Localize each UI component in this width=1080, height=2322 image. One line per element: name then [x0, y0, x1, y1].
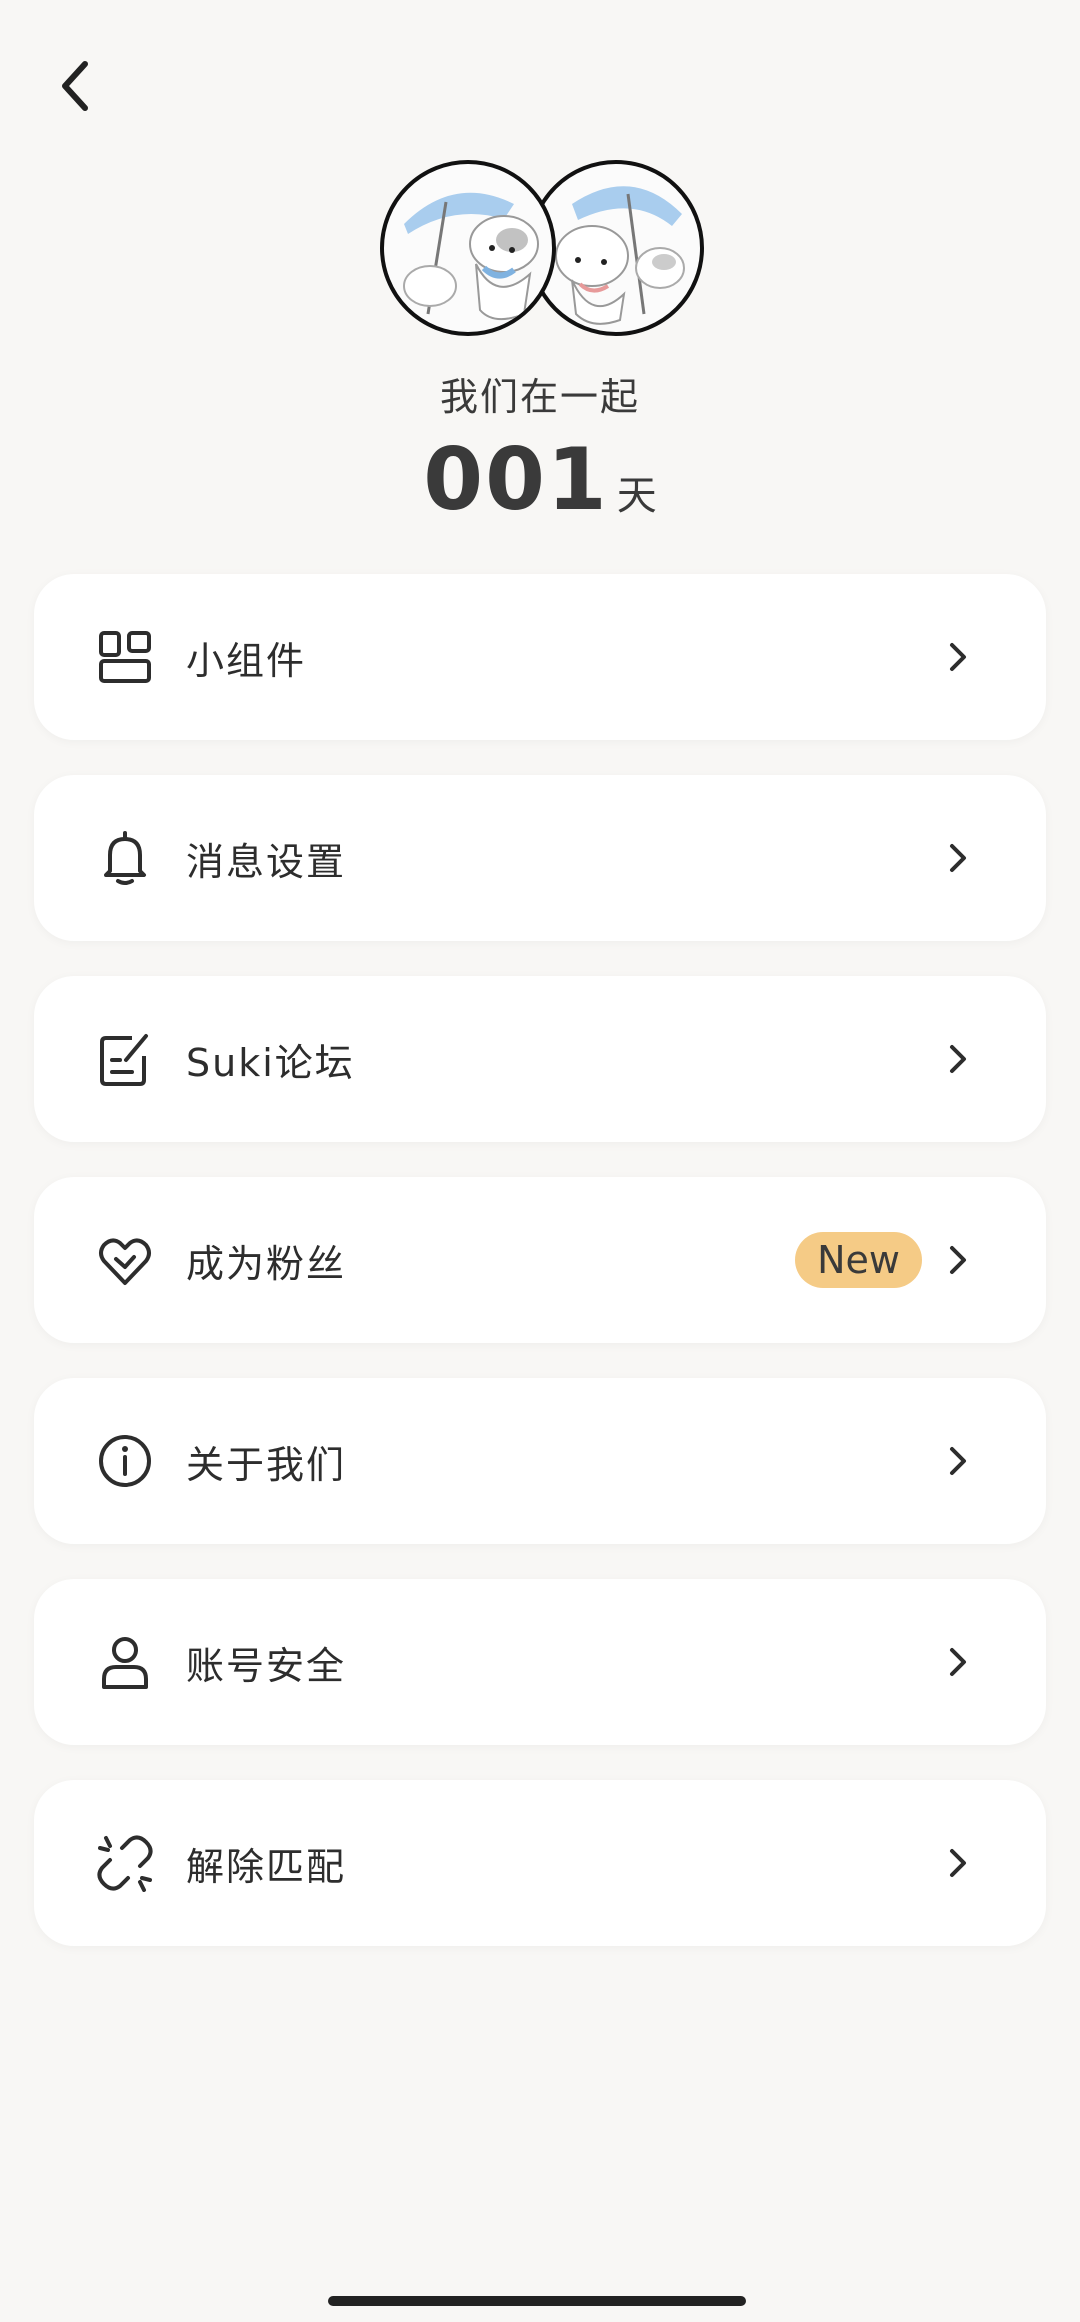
unlink-icon — [96, 1834, 154, 1892]
menu-item-label: 关于我们 — [186, 1442, 347, 1487]
heart-check-icon — [96, 1231, 154, 1289]
cat-umbrella-illustration-icon — [403, 192, 539, 321]
menu-item-label: 账号安全 — [186, 1643, 347, 1688]
chevron-right-icon — [940, 1845, 976, 1881]
forum-edit-icon — [96, 1030, 154, 1088]
menu-item-suki-forum[interactable]: Suki论坛 — [34, 976, 1046, 1142]
chevron-right-icon — [940, 1644, 976, 1680]
chevron-right-icon — [940, 840, 976, 876]
menu-item-message-settings[interactable]: 消息设置 — [34, 775, 1046, 941]
bell-icon — [96, 829, 154, 887]
settings-menu: 小组件 消息设置 Suki论坛 成为粉丝 New 关于我们 账号安全 解除匹配 — [34, 574, 1046, 1981]
together-label: 我们在一起 — [439, 375, 640, 419]
user-icon — [96, 1633, 154, 1691]
back-button[interactable] — [44, 52, 104, 120]
menu-item-label: 成为粉丝 — [186, 1241, 347, 1286]
chevron-right-icon — [940, 639, 976, 675]
menu-item-account-security[interactable]: 账号安全 — [34, 1579, 1046, 1745]
chevron-right-icon — [940, 1443, 976, 1479]
avatar-left[interactable] — [380, 160, 556, 336]
menu-item-label: 解除匹配 — [186, 1844, 347, 1889]
menu-item-unmatch[interactable]: 解除匹配 — [34, 1780, 1046, 1946]
chevron-right-icon — [940, 1041, 976, 1077]
info-icon — [96, 1432, 154, 1490]
chevron-right-icon — [940, 1242, 976, 1278]
cat-umbrella-illustration-icon — [555, 186, 685, 325]
days-counter: 001 天 — [0, 430, 1080, 530]
new-badge: New — [795, 1232, 922, 1288]
days-unit: 天 — [616, 473, 657, 519]
menu-item-label: 小组件 — [186, 638, 307, 683]
chevron-left-icon — [62, 61, 88, 111]
home-indicator[interactable] — [328, 2296, 746, 2306]
menu-item-label: Suki论坛 — [186, 1040, 355, 1085]
couple-avatars — [380, 160, 704, 350]
menu-item-label: 消息设置 — [186, 839, 347, 884]
days-count: 001 — [423, 430, 609, 530]
menu-item-widgets[interactable]: 小组件 — [34, 574, 1046, 740]
menu-item-about-us[interactable]: 关于我们 — [34, 1378, 1046, 1544]
widget-icon — [96, 628, 154, 686]
menu-item-become-fan[interactable]: 成为粉丝 New — [34, 1177, 1046, 1343]
